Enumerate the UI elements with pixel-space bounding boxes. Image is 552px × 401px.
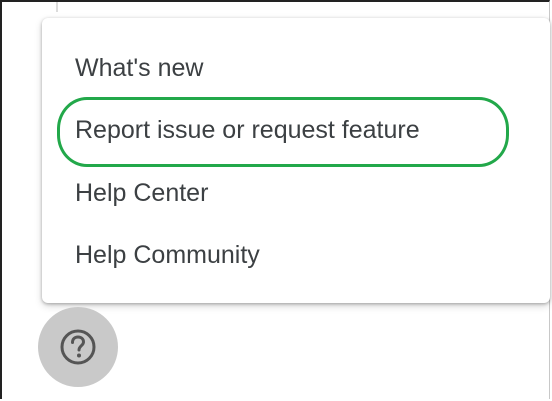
menu-item-help-community[interactable]: Help Community <box>42 225 550 285</box>
help-circle-icon <box>60 329 96 365</box>
menu-item-report-issue[interactable]: Report issue or request feature <box>42 100 550 160</box>
help-button[interactable] <box>38 307 118 387</box>
menu-item-help-center[interactable]: Help Center <box>42 163 550 223</box>
menu-item-label: Help Center <box>75 178 209 207</box>
help-menu: What's new Report issue or request featu… <box>42 18 550 303</box>
menu-item-whats-new[interactable]: What's new <box>42 38 550 98</box>
divider <box>56 2 58 12</box>
menu-item-label: Help Community <box>75 240 260 269</box>
menu-item-label: Report issue or request feature <box>75 115 420 144</box>
menu-item-label: What's new <box>75 53 204 82</box>
